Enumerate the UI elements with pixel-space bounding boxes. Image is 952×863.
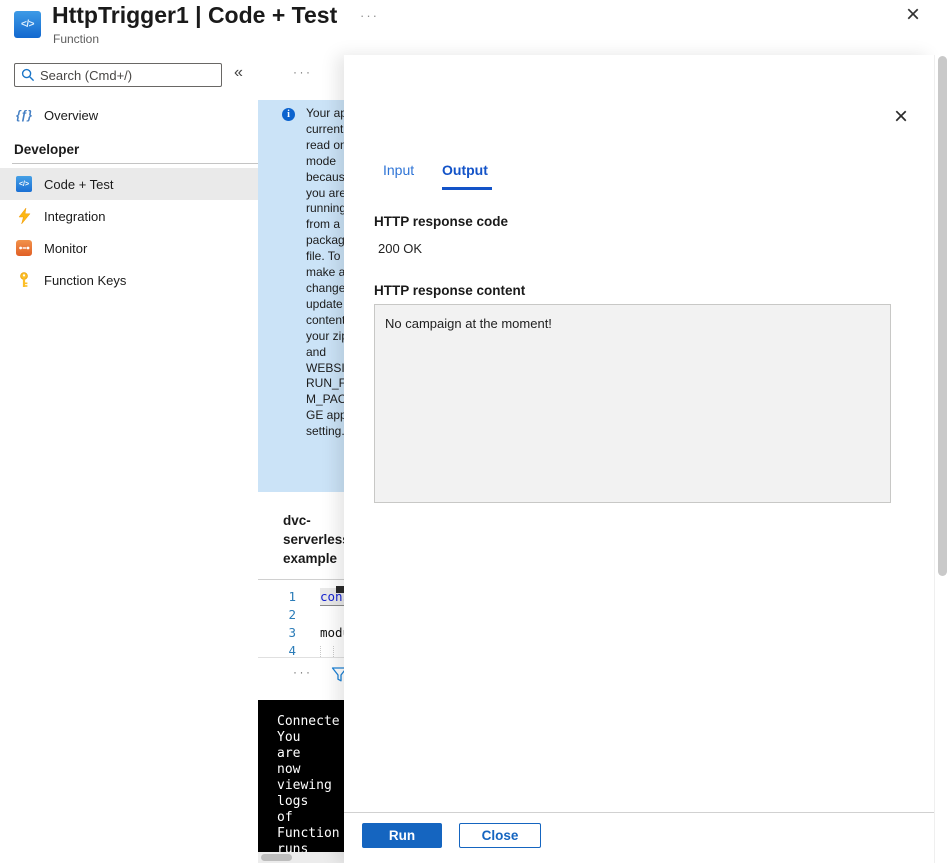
key-icon xyxy=(16,272,32,288)
sidebar-item-label: Code + Test xyxy=(44,176,114,192)
response-content-label: HTTP response content xyxy=(374,283,526,298)
sidebar-section-developer: Developer xyxy=(14,142,80,157)
line-number: 2 xyxy=(288,607,296,622)
tab-output[interactable]: Output xyxy=(442,162,488,178)
panel-scrollbar-thumb[interactable] xyxy=(938,56,947,576)
function-code-icon: </> xyxy=(14,11,41,38)
sidebar-item-monitor[interactable]: Monitor xyxy=(0,232,258,264)
sidebar-item-label: Integration xyxy=(44,208,106,224)
active-tab-underline xyxy=(442,187,492,190)
sidebar-item-integration[interactable]: Integration xyxy=(0,200,258,232)
sidebar-item-code-test[interactable]: </> Code + Test xyxy=(0,168,258,200)
sidebar-item-overview[interactable]: {ƒ} Overview xyxy=(0,99,258,131)
monitor-icon xyxy=(16,240,32,256)
line-number: 1 xyxy=(288,589,296,604)
console-hscrollbar-thumb[interactable] xyxy=(261,854,292,861)
run-button[interactable]: Run xyxy=(362,823,442,848)
panel-close-icon[interactable]: × xyxy=(894,105,908,129)
sidebar-item-function-keys[interactable]: Function Keys xyxy=(0,264,258,296)
search-icon xyxy=(21,68,35,82)
code-token: modu xyxy=(320,625,351,640)
header-more-icon[interactable]: ··· xyxy=(360,8,379,23)
function-app-name: dvc-serverless example xyxy=(283,513,350,566)
indent-guides xyxy=(320,646,334,657)
info-icon: i xyxy=(282,108,295,121)
sidebar-item-label: Function Keys xyxy=(44,272,127,288)
overview-icon: {ƒ} xyxy=(16,108,33,122)
page-subtitle: Function xyxy=(53,32,100,46)
close-button[interactable]: Close xyxy=(459,823,541,848)
content-toolbar-more-icon[interactable]: ··· xyxy=(293,65,313,79)
sidebar-item-label: Overview xyxy=(44,107,99,123)
sidebar-search[interactable] xyxy=(14,63,222,87)
blade-close-icon[interactable]: × xyxy=(906,2,920,28)
lightning-icon xyxy=(16,208,32,224)
response-code-value: 200 OK xyxy=(378,241,423,256)
search-input[interactable] xyxy=(40,67,216,83)
footer-divider xyxy=(344,812,934,813)
page-title: HttpTrigger1 | Code + Test xyxy=(52,2,338,28)
test-output-panel: × Input Output HTTP response code 200 OK… xyxy=(344,55,934,863)
sidebar-item-label: Monitor xyxy=(44,240,88,256)
sidebar-divider xyxy=(12,163,258,164)
response-content-box[interactable]: No campaign at the moment! xyxy=(374,304,891,503)
code-test-icon: </> xyxy=(16,176,32,192)
line-number: 3 xyxy=(288,625,296,640)
tab-input[interactable]: Input xyxy=(383,162,414,178)
logs-more-icon[interactable]: ··· xyxy=(293,665,313,679)
response-code-label: HTTP response code xyxy=(374,214,509,229)
sidebar-collapse-button[interactable]: « xyxy=(234,64,243,82)
